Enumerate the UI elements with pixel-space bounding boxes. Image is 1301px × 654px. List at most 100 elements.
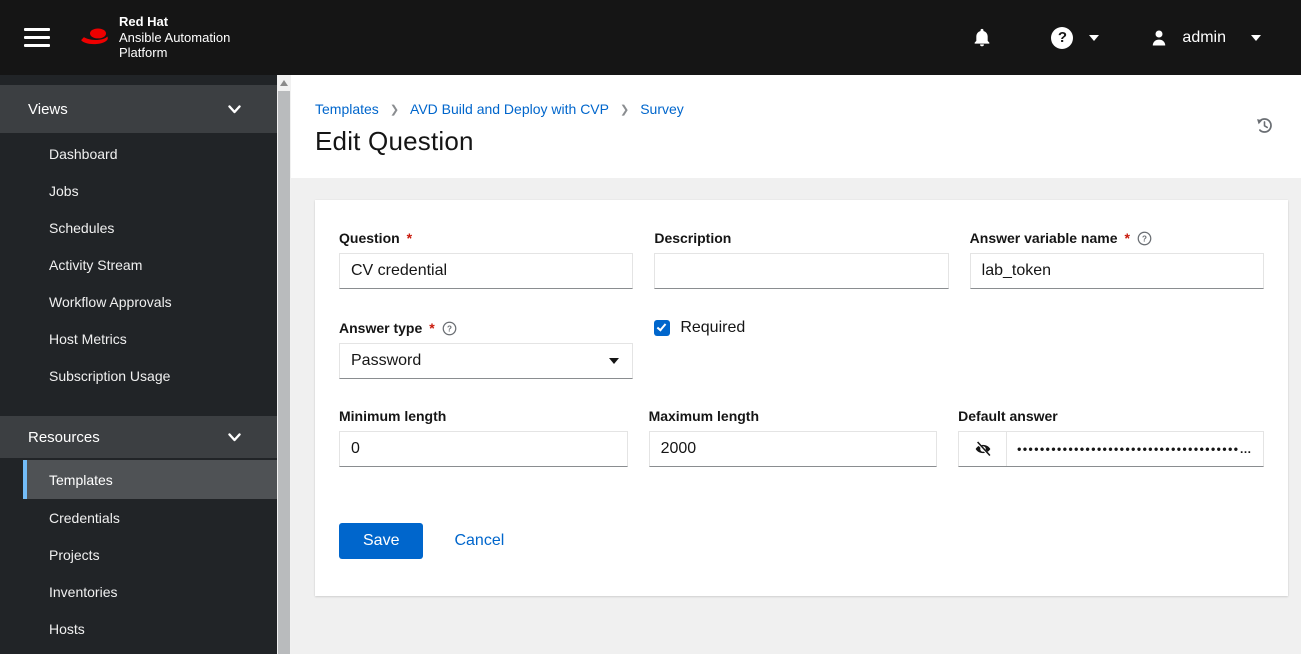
history-icon xyxy=(1257,118,1272,133)
help-menu-button[interactable]: ? xyxy=(1051,26,1100,49)
answer-variable-name-label: Answer variable name xyxy=(969,230,1118,246)
default-answer-label: Default answer xyxy=(958,408,1058,424)
description-label: Description xyxy=(654,230,732,246)
sidebar-item-dashboard[interactable]: Dashboard xyxy=(0,135,277,172)
svg-text:?: ? xyxy=(1142,234,1147,243)
sidebar-item-projects[interactable]: Projects xyxy=(0,536,277,573)
masthead: Red Hat Ansible Automation Platform ? ad… xyxy=(0,0,1301,75)
sidebar-item-label: Templates xyxy=(49,471,113,488)
required-checkbox[interactable] xyxy=(654,320,671,336)
brand-line-2: Ansible Automation xyxy=(119,29,231,45)
answer-type-label: Answer type xyxy=(339,320,423,336)
answer-type-selected-value: Password xyxy=(351,352,422,369)
views-item-list: Dashboard Jobs Schedules Activity Stream… xyxy=(0,133,277,394)
answer-type-help-button[interactable]: ? xyxy=(442,321,457,336)
page-title: Edit Question xyxy=(315,126,474,156)
maximum-length-input[interactable] xyxy=(648,431,938,467)
row-2-spacer xyxy=(970,319,1264,379)
scrollbar-thumb[interactable] xyxy=(278,91,290,654)
sidebar-nav: Views Dashboard Jobs Schedules Activity … xyxy=(0,75,277,654)
breadcrumb-templates-link[interactable]: Templates xyxy=(315,101,379,117)
form-row-3: Minimum length Maximum length Default an… xyxy=(339,407,1264,467)
description-field-group: Description xyxy=(654,229,949,289)
eye-slash-icon xyxy=(975,441,991,457)
sidebar-item-workflow-approvals[interactable]: Workflow Approvals xyxy=(0,283,277,320)
user-icon xyxy=(1153,30,1166,45)
svg-text:?: ? xyxy=(447,324,452,333)
brand-line-3: Platform xyxy=(119,45,168,61)
sidebar-item-schedules[interactable]: Schedules xyxy=(0,209,277,246)
question-circle-icon: ? xyxy=(442,321,457,335)
history-button[interactable] xyxy=(1255,116,1274,135)
nav-section-views[interactable]: Views xyxy=(0,85,277,133)
form-actions: Save Cancel xyxy=(339,523,1264,559)
save-button[interactable]: Save xyxy=(339,523,424,559)
answer-variable-help-button[interactable]: ? xyxy=(1137,231,1152,246)
sidebar-item-hosts[interactable]: Hosts xyxy=(0,610,277,647)
minimum-length-input[interactable] xyxy=(339,431,628,467)
check-icon xyxy=(657,321,667,332)
sidebar-item-label: Schedules xyxy=(49,219,115,236)
sidebar-item-templates[interactable]: Templates xyxy=(23,460,277,499)
username-label: admin xyxy=(1182,28,1226,46)
sidebar-item-label: Subscription Usage xyxy=(49,367,171,384)
chevron-down-icon xyxy=(1251,34,1261,41)
breadcrumb-template-name-link[interactable]: AVD Build and Deploy with CVP xyxy=(410,101,609,117)
cancel-button[interactable]: Cancel xyxy=(454,532,504,550)
brand-logo[interactable]: Red Hat Ansible Automation Platform xyxy=(78,14,230,62)
bell-icon xyxy=(975,28,990,46)
answer-variable-name-input[interactable] xyxy=(969,253,1264,289)
content-body: Question * Description Answer vari xyxy=(291,178,1301,654)
default-answer-field-group: Default answer •••••••••••••••••••••••••… xyxy=(958,407,1264,467)
brand-text: Red Hat Ansible Automation Platform xyxy=(119,14,230,62)
chevron-right-icon: ❯ xyxy=(389,104,400,116)
question-label: Question xyxy=(339,230,400,246)
resources-item-list: Templates Credentials Projects Inventori… xyxy=(0,458,277,647)
description-input[interactable] xyxy=(654,253,949,289)
question-circle-icon: ? xyxy=(1051,26,1074,49)
required-asterisk: * xyxy=(429,320,435,336)
edit-question-form-card: Question * Description Answer vari xyxy=(315,200,1288,596)
sidebar-item-subscription-usage[interactable]: Subscription Usage xyxy=(0,357,277,394)
toggle-password-visibility-button[interactable] xyxy=(959,432,1008,466)
form-row-2: Answer type * ? Password Required xyxy=(339,319,1264,379)
breadcrumb-survey-link[interactable]: Survey xyxy=(640,101,684,117)
caret-down-icon xyxy=(609,358,620,364)
sidebar-item-label: Activity Stream xyxy=(49,256,143,273)
sidebar-item-label: Workflow Approvals xyxy=(49,293,172,310)
sidebar-item-host-metrics[interactable]: Host Metrics xyxy=(0,320,277,357)
notifications-button[interactable] xyxy=(971,27,993,49)
sidebar-item-label: Jobs xyxy=(49,182,79,199)
sidebar-item-jobs[interactable]: Jobs xyxy=(0,172,277,209)
sidebar-item-credentials[interactable]: Credentials xyxy=(0,499,277,536)
sidebar-item-inventories[interactable]: Inventories xyxy=(0,573,277,610)
chevron-down-icon xyxy=(228,432,241,441)
nav-section-resources[interactable]: Resources xyxy=(0,416,277,458)
required-asterisk: * xyxy=(1124,230,1130,246)
red-hat-icon xyxy=(81,28,108,45)
nav-toggle-icon[interactable] xyxy=(24,28,50,47)
minimum-length-field-group: Minimum length xyxy=(339,407,628,467)
nav-section-resources-label: Resources xyxy=(28,428,100,446)
default-answer-masked-value[interactable]: •••••••••••••••••••••••••••••••••••••••… xyxy=(1007,432,1263,466)
required-asterisk: * xyxy=(406,230,413,246)
chevron-down-icon xyxy=(1089,34,1100,41)
sidebar-item-label: Credentials xyxy=(49,509,120,526)
brand-line-1: Red Hat xyxy=(119,13,169,29)
sidebar-item-label: Host Metrics xyxy=(49,330,127,347)
sidebar-item-label: Inventories xyxy=(49,583,118,600)
answer-variable-name-field-group: Answer variable name * ? xyxy=(969,229,1264,289)
sidebar-item-label: Hosts xyxy=(49,620,85,637)
chevron-right-icon: ❯ xyxy=(619,104,630,116)
main-content: Templates ❯ AVD Build and Deploy with CV… xyxy=(291,75,1301,654)
answer-type-select[interactable]: Password xyxy=(339,343,634,379)
maximum-length-field-group: Maximum length xyxy=(648,407,938,467)
question-input[interactable] xyxy=(339,253,634,289)
scrollbar-up-arrow[interactable] xyxy=(280,80,288,86)
required-checkbox-group: Required xyxy=(654,319,948,337)
user-menu-button[interactable]: admin xyxy=(1149,28,1261,48)
answer-type-field-group: Answer type * ? Password xyxy=(339,319,634,379)
sidebar-item-activity-stream[interactable]: Activity Stream xyxy=(0,246,277,283)
masthead-toolbar: ? admin xyxy=(971,26,1301,49)
minimum-length-label: Minimum length xyxy=(339,408,447,424)
